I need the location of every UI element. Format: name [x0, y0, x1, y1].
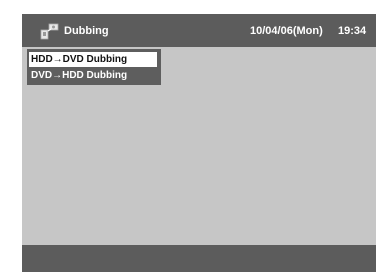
menu-item-hdd-to-dvd[interactable]: HDD→DVD Dubbing: [29, 52, 157, 67]
date-display: 10/04/06(Mon): [250, 25, 323, 37]
osd-screen: Dubbing 10/04/06(Mon) 19:34 HDD→DVD Dubb…: [22, 14, 376, 272]
dubbing-menu: HDD→DVD Dubbing DVD→HDD Dubbing: [27, 49, 161, 85]
menu-item-dvd-to-hdd[interactable]: DVD→HDD Dubbing: [29, 68, 157, 83]
time-display: 19:34: [338, 25, 367, 37]
page-title: Dubbing: [64, 25, 109, 37]
footer-bar: [22, 245, 376, 272]
title-bar: Dubbing 10/04/06(Mon) 19:34: [22, 14, 376, 47]
dubbing-icon: [40, 23, 59, 40]
